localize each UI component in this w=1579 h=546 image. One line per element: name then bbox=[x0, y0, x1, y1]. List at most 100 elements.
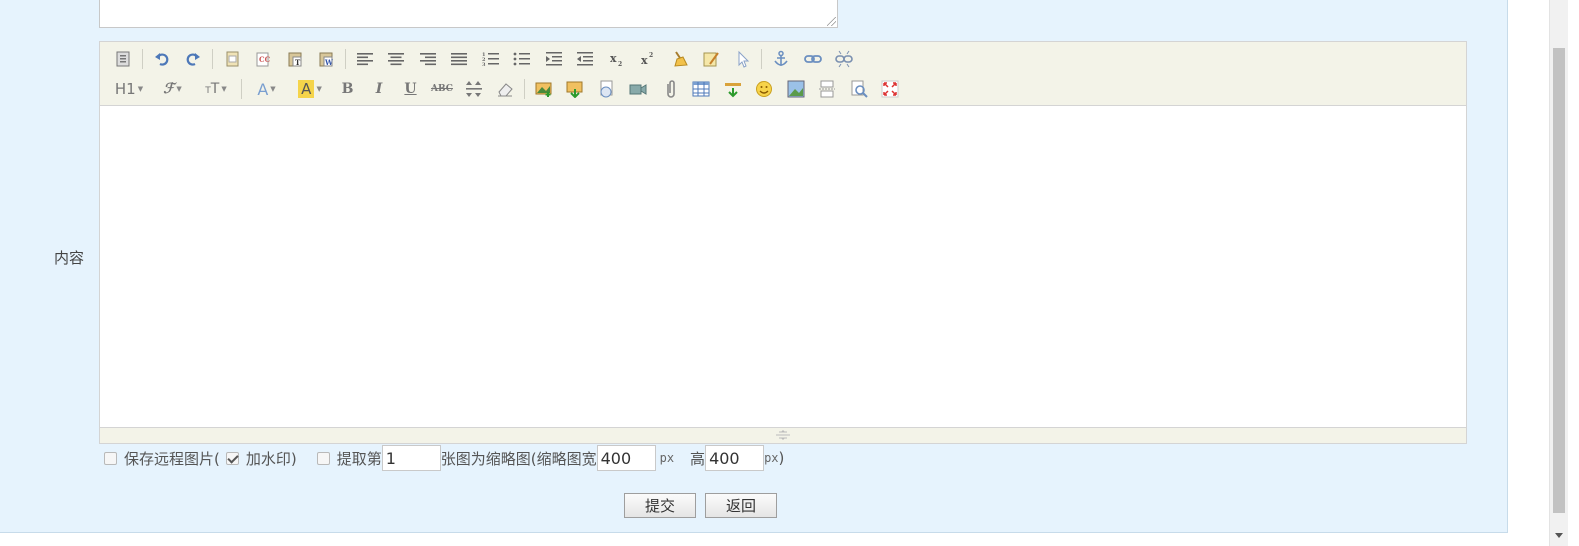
highlight-color-icon: A bbox=[298, 80, 315, 98]
toolbar-separator bbox=[523, 79, 525, 99]
insert-video-icon[interactable] bbox=[625, 77, 651, 101]
chevron-down-icon: ▼ bbox=[270, 85, 276, 93]
align-right-icon[interactable] bbox=[415, 47, 441, 71]
attachment-icon[interactable] bbox=[657, 77, 683, 101]
editor-resize-handle-icon[interactable] bbox=[773, 430, 793, 440]
font-family-dropdown[interactable]: ℱ ▼ bbox=[154, 77, 192, 101]
svg-text:x: x bbox=[610, 52, 617, 65]
svg-text:CC: CC bbox=[259, 55, 271, 64]
justify-icon[interactable] bbox=[446, 47, 472, 71]
subscript-icon[interactable]: x2 bbox=[604, 47, 630, 71]
save-remote-images-checkbox[interactable] bbox=[104, 451, 117, 465]
page-break-icon[interactable] bbox=[814, 77, 840, 101]
svg-text:W: W bbox=[324, 58, 333, 67]
chevron-down-icon: ▼ bbox=[221, 85, 227, 93]
paste-icon[interactable]: T bbox=[282, 47, 308, 71]
svg-text:2: 2 bbox=[649, 52, 653, 59]
highlight-color-dropdown[interactable]: A ▼ bbox=[291, 77, 329, 101]
chevron-down-icon: ▼ bbox=[316, 85, 322, 93]
superscript-icon[interactable]: x2 bbox=[635, 47, 661, 71]
align-left-icon[interactable] bbox=[352, 47, 378, 71]
undo-icon[interactable] bbox=[149, 47, 175, 71]
editor-content-area[interactable] bbox=[100, 106, 1466, 427]
background-image-icon[interactable] bbox=[783, 77, 809, 101]
eraser-icon[interactable] bbox=[492, 77, 518, 101]
width-unit-label: px bbox=[659, 451, 675, 465]
form-panel: 内容 CC T W 1 2 3 x 2 x 2 H1 ▼ ℱ ▼ TT ▼ A … bbox=[0, 0, 1508, 533]
save-remote-images-label: 保存远程图片( bbox=[124, 449, 220, 468]
unordered-list-icon[interactable] bbox=[509, 47, 535, 71]
ordered-list-icon[interactable]: 123 bbox=[478, 47, 504, 71]
thumbnail-prefix-label: 提取第 bbox=[336, 449, 382, 468]
source-code-icon[interactable] bbox=[110, 47, 136, 71]
emoticon-icon[interactable] bbox=[751, 77, 777, 101]
redo-icon[interactable] bbox=[180, 47, 206, 71]
indent-icon[interactable] bbox=[541, 47, 567, 71]
unlink-icon[interactable] bbox=[831, 47, 857, 71]
row-spacing-icon[interactable] bbox=[461, 77, 487, 101]
toolbar-separator bbox=[141, 49, 143, 69]
rich-text-editor: CC T W 1 2 3 x 2 x 2 H1 ▼ ℱ ▼ TT ▼ A ▼ A… bbox=[99, 41, 1467, 444]
svg-text:3: 3 bbox=[482, 62, 486, 67]
thumbnail-index-input[interactable]: 1 bbox=[381, 445, 441, 471]
svg-text:T: T bbox=[295, 58, 301, 67]
copy-icon[interactable]: CC bbox=[250, 47, 276, 71]
thumbnail-width-label: 张图为缩略图(缩略图宽 bbox=[440, 449, 597, 468]
italic-button[interactable]: I bbox=[366, 77, 392, 101]
font-color-icon: A bbox=[257, 79, 269, 99]
font-color-dropdown[interactable]: A ▼ bbox=[248, 77, 286, 101]
horizontal-rule-icon[interactable] bbox=[720, 77, 746, 101]
underline-button[interactable]: U bbox=[398, 77, 424, 101]
insert-multi-image-icon[interactable] bbox=[562, 77, 588, 101]
toolbar-separator bbox=[240, 79, 242, 99]
link-icon[interactable] bbox=[800, 47, 826, 71]
bold-button[interactable]: B bbox=[335, 77, 361, 101]
editor-toolbar: CC T W 1 2 3 x 2 x 2 H1 ▼ ℱ ▼ TT ▼ A ▼ A… bbox=[100, 42, 1466, 106]
thumbnail-height-label: 高 bbox=[690, 449, 706, 468]
select-all-icon[interactable] bbox=[730, 47, 756, 71]
font-family-icon: ℱ bbox=[163, 81, 175, 97]
heading-dropdown[interactable]: H1 ▼ bbox=[110, 77, 148, 101]
insert-image-icon[interactable] bbox=[531, 77, 557, 101]
scroll-down-arrow-icon[interactable] bbox=[1555, 533, 1563, 538]
page-scrollbar[interactable] bbox=[1549, 0, 1568, 546]
back-button[interactable]: 返回 bbox=[705, 493, 777, 518]
content-label: 内容 bbox=[54, 249, 85, 267]
insert-table-icon[interactable] bbox=[688, 77, 714, 101]
svg-text:2: 2 bbox=[618, 61, 622, 67]
align-center-icon[interactable] bbox=[383, 47, 409, 71]
svg-text:x: x bbox=[641, 54, 648, 67]
close-paren-label: ) bbox=[778, 449, 785, 467]
resize-grip-icon[interactable] bbox=[827, 17, 836, 26]
previous-textarea[interactable] bbox=[99, 0, 838, 28]
chevron-down-icon: ▼ bbox=[176, 85, 182, 93]
extract-thumbnail-checkbox[interactable] bbox=[316, 451, 330, 465]
watermark-label: 加水印) bbox=[245, 449, 297, 468]
watermark-checkbox[interactable] bbox=[225, 451, 239, 465]
font-size-icon: TT bbox=[205, 81, 220, 97]
insert-flash-icon[interactable] bbox=[594, 77, 620, 101]
toolbar-separator bbox=[344, 49, 346, 69]
format-brush-icon[interactable] bbox=[667, 47, 693, 71]
editor-status-bar bbox=[100, 427, 1466, 443]
anchor-icon[interactable] bbox=[768, 47, 794, 71]
scrollbar-thumb[interactable] bbox=[1553, 48, 1565, 513]
toolbar-row-1: CC T W 1 2 3 x 2 x 2 bbox=[110, 46, 863, 72]
submit-button[interactable]: 提交 bbox=[624, 493, 696, 518]
thumbnail-height-input[interactable]: 400 bbox=[705, 445, 765, 471]
height-unit-label: px bbox=[764, 451, 779, 465]
cut-icon[interactable] bbox=[219, 47, 245, 71]
strikethrough-button[interactable]: ABC bbox=[429, 77, 455, 101]
heading-label: H1 bbox=[114, 80, 136, 98]
toolbar-separator bbox=[211, 49, 213, 69]
auto-format-icon[interactable] bbox=[698, 47, 724, 71]
toolbar-row-2: H1 ▼ ℱ ▼ TT ▼ A ▼ A ▼ B I U ABC bbox=[110, 76, 909, 102]
paste-word-icon[interactable]: W bbox=[313, 47, 339, 71]
outdent-icon[interactable] bbox=[572, 47, 598, 71]
chevron-down-icon: ▼ bbox=[137, 85, 144, 93]
fullscreen-icon[interactable] bbox=[877, 77, 903, 101]
font-size-dropdown[interactable]: TT ▼ bbox=[197, 77, 235, 101]
toolbar-separator bbox=[761, 49, 762, 69]
thumbnail-width-input[interactable]: 400 bbox=[596, 445, 656, 471]
preview-icon[interactable] bbox=[846, 77, 872, 101]
